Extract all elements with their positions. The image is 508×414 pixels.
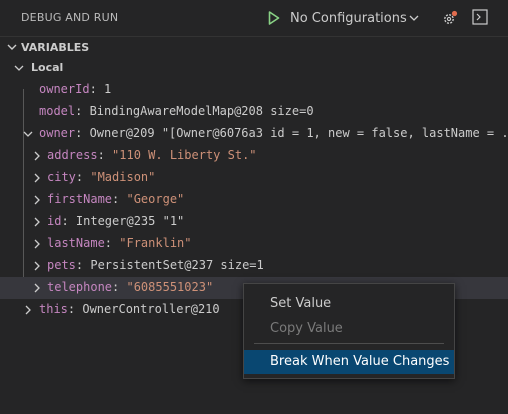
- variable-name: telephone: [47, 280, 113, 294]
- variable-row[interactable]: firstName: "George": [0, 189, 508, 211]
- variable-name: firstName: [47, 192, 113, 206]
- section-title: VARIABLES: [21, 41, 90, 54]
- chevron-right-icon: [34, 217, 40, 227]
- variable-row[interactable]: ownerId: 1: [0, 79, 508, 101]
- variable-row[interactable]: pets: PersistentSet@237 size=1: [0, 255, 508, 277]
- menu-item-label: Copy Value: [270, 321, 343, 336]
- variable-row[interactable]: address: "110 W. Liberty St.": [0, 145, 508, 167]
- terminal-icon: [472, 9, 488, 25]
- variable-row[interactable]: model: BindingAwareModelMap@208 size=0: [0, 101, 508, 123]
- variable-value: "Madison": [90, 170, 156, 184]
- menu-separator: [254, 343, 444, 344]
- variable-row[interactable]: owner: Owner@209 "[Owner@6076a3 id = 1, …: [0, 123, 508, 145]
- variable-value: "110 W. Liberty St.": [112, 148, 257, 162]
- variable-name: address: [47, 148, 98, 162]
- chevron-down-icon: [14, 65, 24, 71]
- variable-value: PersistentSet@237 size=1: [90, 258, 264, 272]
- menu-item-label: Set Value: [270, 296, 332, 311]
- variable-value: "6085551023": [126, 280, 214, 294]
- panel-title: DEBUG AND RUN: [21, 11, 119, 24]
- scope-label: Local: [31, 61, 64, 74]
- variable-row[interactable]: id: Integer@235 "1": [0, 211, 508, 233]
- chevron-down-icon: [7, 44, 17, 50]
- variable-row[interactable]: lastName: "Franklin": [0, 233, 508, 255]
- chevron-down-icon: [409, 15, 419, 21]
- variable-value: Owner@209 "[Owner@6076a3 id = 1, new = f…: [89, 126, 508, 140]
- chevron-down-icon: [23, 131, 33, 137]
- variable-value: "George": [126, 192, 185, 206]
- variable-name: pets: [47, 258, 76, 272]
- variable-name: ownerId: [39, 82, 90, 96]
- configuration-dropdown[interactable]: No Configurations: [287, 7, 431, 29]
- menu-item-label: Break When Value Changes: [270, 354, 450, 369]
- variable-name: this: [39, 302, 68, 316]
- variable-name: id: [47, 214, 62, 228]
- menu-item-copy-value[interactable]: Copy Value: [244, 317, 454, 341]
- chevron-right-icon: [34, 173, 40, 183]
- chevron-right-icon: [25, 305, 31, 315]
- chevron-right-icon: [34, 151, 40, 161]
- variables-section-header[interactable]: VARIABLES: [0, 36, 508, 58]
- variable-name: lastName: [47, 236, 105, 250]
- variable-name: city: [47, 170, 76, 184]
- variable-value: BindingAwareModelMap@208 size=0: [89, 104, 314, 118]
- debug-header: DEBUG AND RUN No Configurations: [0, 0, 508, 35]
- context-menu: Set Value Copy Value Break When Value Ch…: [243, 283, 455, 379]
- variable-value: "Franklin": [119, 236, 192, 250]
- start-debugging-button[interactable]: [266, 10, 282, 26]
- variable-name: model: [39, 104, 76, 118]
- menu-item-set-value[interactable]: Set Value: [244, 292, 454, 316]
- configuration-label: No Configurations: [290, 10, 407, 26]
- gear-icon: [444, 10, 458, 24]
- variable-value: 1: [104, 82, 112, 96]
- variable-value: OwnerController@210: [82, 302, 220, 316]
- variable-name: owner: [39, 126, 76, 140]
- menu-item-break-when-value-changes[interactable]: Break When Value Changes: [244, 350, 454, 374]
- play-icon: [268, 11, 280, 25]
- chevron-right-icon: [34, 283, 40, 293]
- variable-value: Integer@235 "1": [75, 214, 185, 228]
- chevron-right-icon: [34, 261, 40, 271]
- chevron-right-icon: [34, 195, 40, 205]
- debug-console-button[interactable]: [472, 9, 488, 25]
- scope-local[interactable]: Local: [0, 57, 508, 79]
- open-launch-json-button[interactable]: [441, 9, 459, 27]
- chevron-right-icon: [34, 239, 40, 249]
- variable-row[interactable]: city: "Madison": [0, 167, 508, 189]
